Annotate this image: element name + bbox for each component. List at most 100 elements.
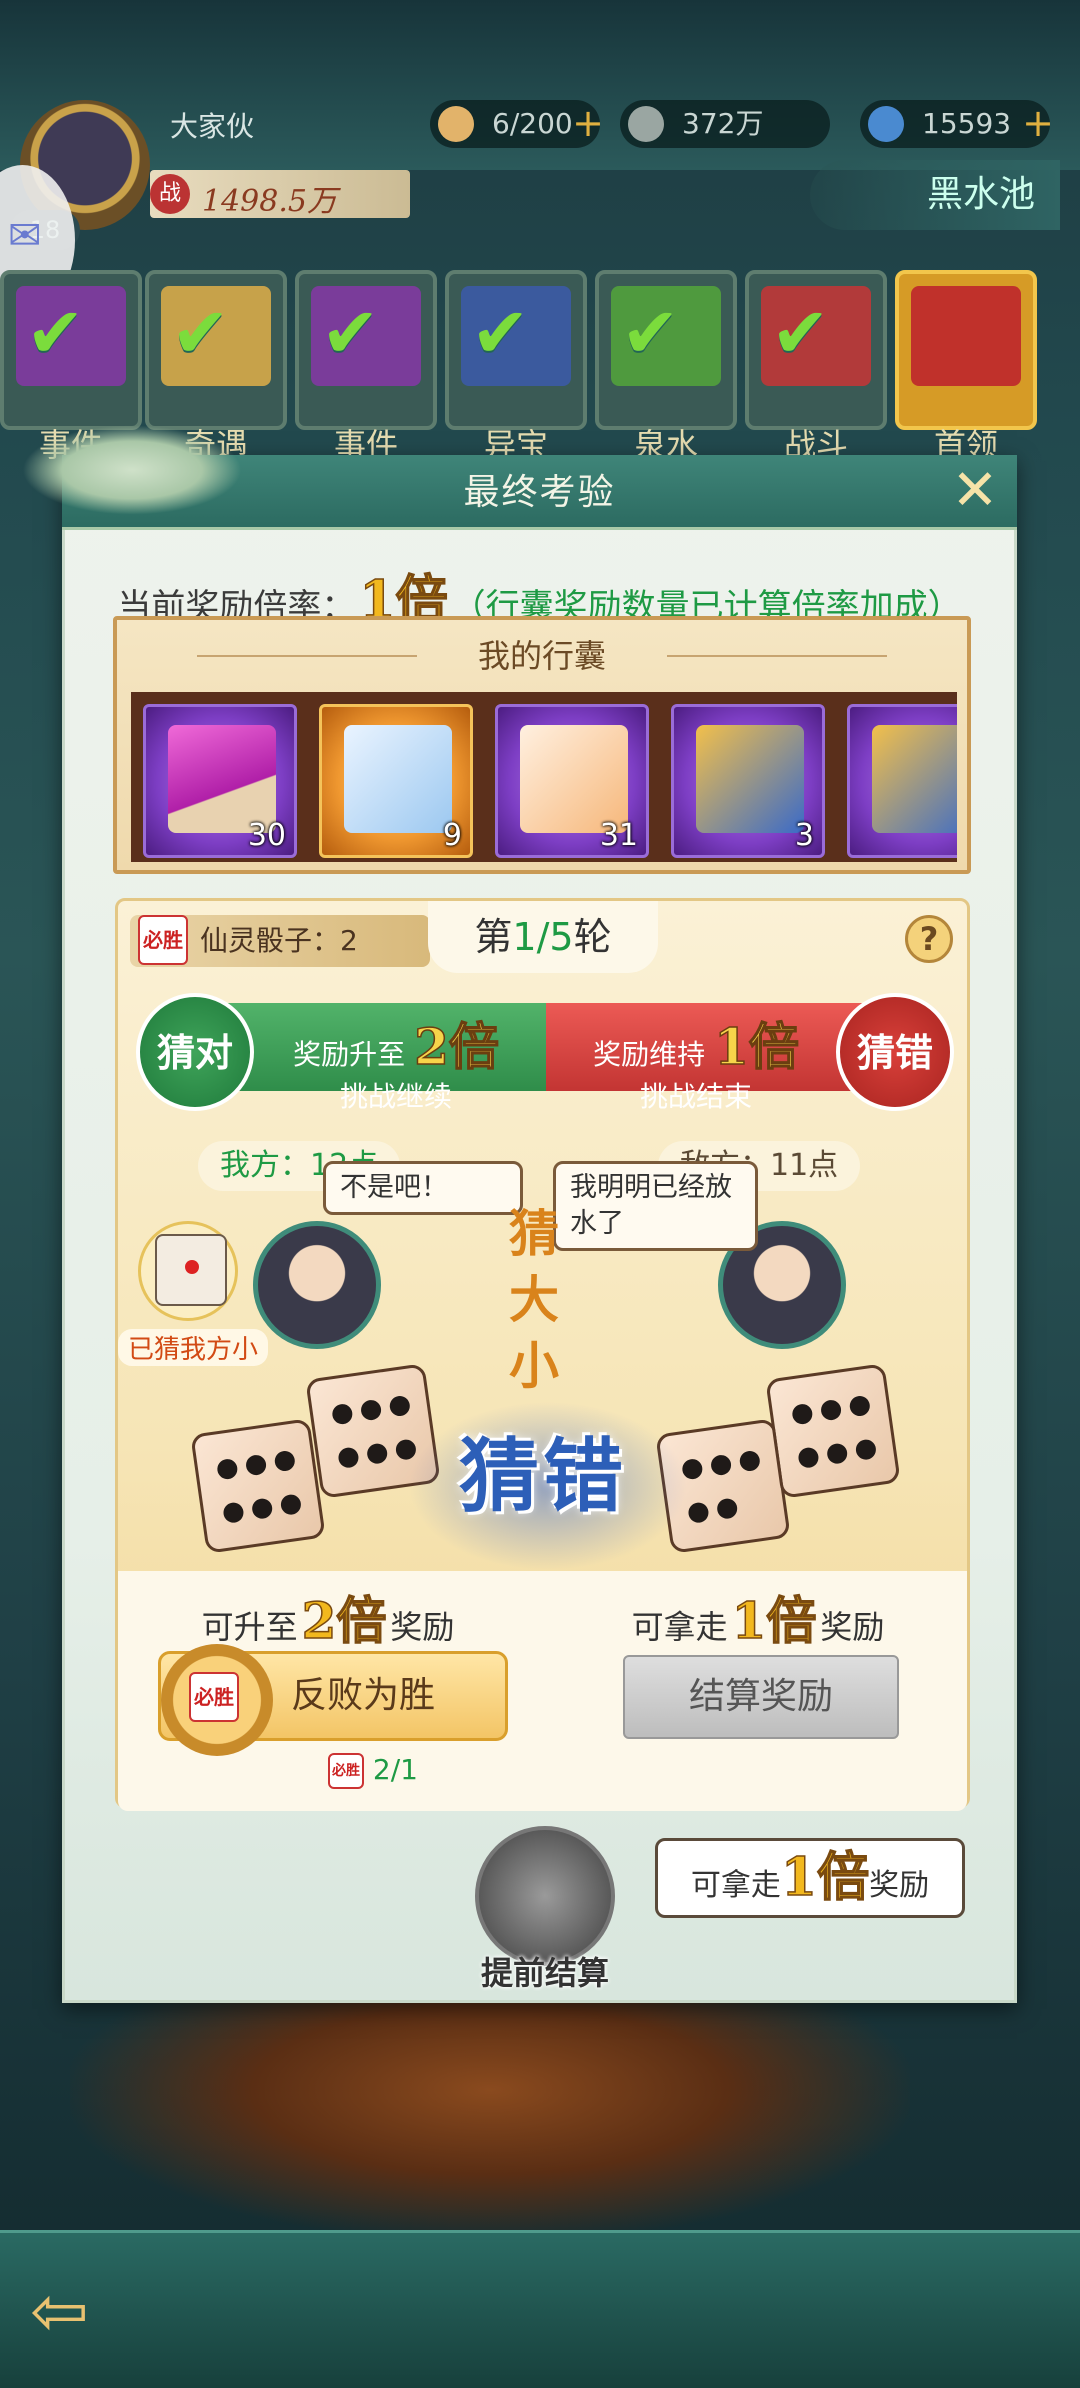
spirit-icon [868,106,904,142]
puzzle-piece-icon [520,725,628,833]
power-bar: 战 1498.5万 [150,170,410,219]
comeback-button[interactable]: 必胜 反败为胜 [158,1644,508,1756]
victory-die-icon: 必胜 [189,1672,239,1722]
wrong-multiplier: 1倍 [713,1016,799,1077]
bag-item[interactable]: 31 [495,704,649,858]
tip-suffix: 奖励 [869,1868,930,1903]
bag-item[interactable] [847,704,957,858]
upgrade-multiplier: 2倍 [301,1590,387,1651]
guessed-die [138,1221,238,1321]
chat-icon: ✉ [8,213,42,259]
die-ratio-value: 2/1 [372,1753,418,1786]
task-battle[interactable]: ✔ 战斗 [745,270,887,464]
task-event[interactable]: ✔ 事件 [0,270,142,464]
correct-result: 挑战继续 [339,1080,452,1113]
die-ratio: 必胜 2/1 [328,1753,418,1789]
player-name: 大家伙 [170,110,255,143]
boss-icon [911,286,1021,386]
powder-icon [168,725,276,833]
chest-icon [696,725,804,833]
early-settle-tip: 可拿走1倍奖励 [655,1838,965,1918]
add-bun-button[interactable]: + [570,104,606,142]
bag-items[interactable]: 30 9 31 3 [131,692,957,862]
round-current: 1/5 [512,915,574,959]
bun-icon [438,106,474,142]
task-spring[interactable]: ✔ 泉水 [595,270,737,464]
close-button[interactable]: ✕ [947,463,1003,521]
upgrade-prefix: 可升至 [201,1608,298,1646]
task-treasure[interactable]: ✔ 异宝 [445,270,587,464]
task-encounter[interactable]: ✔ 奇遇 [145,270,287,464]
help-button[interactable]: ? [905,915,953,963]
modal-title: 最终考验 [463,472,616,513]
bag-panel: 我的行囊 30 9 31 3 [113,616,971,874]
victory-die-icon: 必胜 [138,915,188,965]
resource-value: 15593 [922,107,1012,140]
upgrade-suffix: 奖励 [390,1608,455,1646]
enemy-die-2 [765,1363,901,1499]
coin-icon [628,106,664,142]
check-icon: ✔ [771,292,830,374]
back-arrow-icon[interactable]: ⇦ [30,2270,130,2352]
enemy-speech: 我明明已经放水了 [553,1161,758,1251]
check-icon: ✔ [621,292,680,374]
tip-multiplier: 1倍 [780,1846,870,1909]
player-avatar-small [253,1221,381,1349]
correct-multiplier: 2倍 [413,1016,499,1077]
bag-item[interactable]: 9 [319,704,473,858]
task-boss[interactable]: 首领 [895,270,1037,464]
early-settle-button[interactable]: 提前结算 [470,1826,620,2006]
bottom-bar [0,2230,1080,2388]
add-spirit-button[interactable]: + [1020,104,1056,142]
action-area: 可升至2倍 奖励 可拿走1倍 奖励 必胜 反败为胜 结算奖励 必胜 2/1 [118,1571,967,1811]
power-icon: 战 [150,174,190,214]
chest-icon [872,725,957,833]
my-die-1 [190,1418,326,1554]
resource-coin: 372万 [620,100,830,148]
guessed-label: 已猜我方小 [118,1329,268,1366]
item-count: 9 [442,818,462,853]
take-prefix: 可拿走 [631,1608,728,1646]
victory-die-icon: 必胜 [328,1753,364,1789]
check-icon: ✔ [26,292,85,374]
task-event[interactable]: ✔ 事件 [295,270,437,464]
dice-count-label: 仙灵骰子：2 [200,924,358,957]
bag-item[interactable]: 30 [143,704,297,858]
settle-reward-button[interactable]: 结算奖励 [623,1655,899,1739]
upgrade-reward: 可升至2倍 奖励 [118,1581,538,1653]
comeback-label: 反败为胜 [290,1675,435,1716]
comeback-badge: 必胜 [161,1644,273,1756]
take-suffix: 奖励 [820,1608,885,1646]
guess-size-title: 猜大小 [509,1204,559,1395]
hero-figure [70,1990,910,2240]
bag-title: 我的行囊 [117,626,967,686]
check-icon: ✔ [471,292,530,374]
wrong-result: 挑战结束 [639,1080,752,1113]
resource-bun: 6/200 + [430,100,604,148]
guess-outcome-bar: 奖励升至 2倍 挑战继续 奖励维持 1倍 挑战结束 猜对 猜错 [136,993,954,1113]
take-reward: 可拿走1倍 奖励 [548,1581,968,1653]
check-icon: ✔ [321,292,380,374]
guess-wrong-badge: 猜错 [836,993,954,1111]
tip-prefix: 可拿走 [690,1868,781,1903]
puzzle-piece-icon [344,725,452,833]
bag-item[interactable]: 3 [671,704,825,858]
wrong-prefix: 奖励维持 [593,1038,706,1071]
resource-spirit: 15593 + [860,100,1054,148]
final-trial-modal: 最终考验 ✕ 当前奖励倍率：1倍 （行囊奖励数量已计算倍率加成） 我的行囊 30 … [22,425,1017,2006]
round-indicator: 第1/5轮 [428,901,658,973]
map-title: 黑水池 [810,160,1060,230]
early-settle-label: 提前结算 [480,1954,609,1992]
item-count: 31 [599,818,638,853]
item-count: 3 [794,818,814,853]
round-suffix: 轮 [573,915,612,959]
item-count: 30 [247,818,286,853]
power-value: 1498.5万 [202,184,337,219]
guess-correct-badge: 猜对 [136,993,254,1111]
take-multiplier: 1倍 [731,1590,817,1651]
round-prefix: 第 [474,915,513,959]
dice-count: 必胜 仙灵骰子：2 [130,915,430,967]
result-stamp: 猜错 [459,1429,627,1523]
player-speech: 不是吧！ [323,1161,523,1215]
correct-prefix: 奖励升至 [293,1038,406,1071]
